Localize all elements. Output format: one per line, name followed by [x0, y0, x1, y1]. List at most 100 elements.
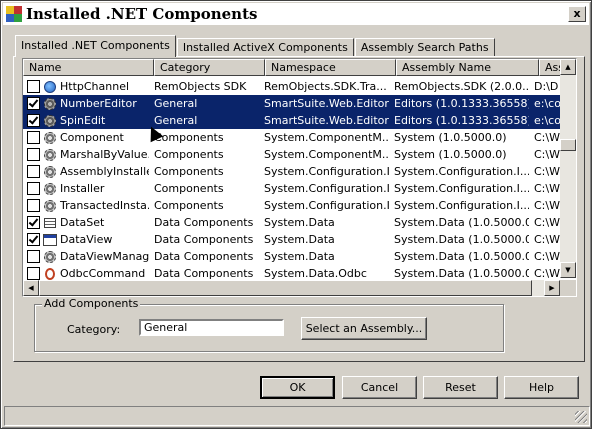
name-cell[interactable]: Installer — [23, 180, 149, 197]
close-button[interactable]: x — [568, 6, 586, 22]
tab-panel: Name Category Namespace Assembly Name As… — [13, 56, 585, 362]
component-checkbox[interactable] — [27, 165, 40, 178]
name-cell[interactable]: DataView — [23, 231, 149, 248]
name-cell[interactable]: NumberEditor — [23, 95, 149, 112]
component-name: NumberEditor — [60, 97, 137, 110]
list-item[interactable]: Installer Components System.Configuration.… — [23, 180, 576, 197]
column-header-name[interactable]: Name — [23, 59, 154, 76]
list-item[interactable]: MarshalByValue... Components System.Compon… — [23, 146, 576, 163]
component-category: RemObjects SDK — [154, 80, 247, 93]
tab-installed-activex-components[interactable]: Installed ActiveX Components — [176, 38, 354, 57]
grid-icon — [42, 215, 58, 231]
column-header-assembly-name[interactable]: Assembly Name — [396, 59, 539, 76]
component-category: Components — [154, 199, 224, 212]
list-item[interactable]: DataSet Data Components System.Data System.… — [23, 214, 576, 231]
gear-icon — [42, 249, 58, 265]
cancel-button[interactable]: Cancel — [342, 376, 417, 399]
component-category: Data Components — [154, 250, 254, 263]
name-cell[interactable]: AssemblyInstaller — [23, 163, 149, 180]
list-rows: HttpChannel RemObjects SDK RemObjects.SDK.… — [23, 78, 576, 282]
component-name: TransactedInsta... — [60, 199, 149, 212]
component-namespace: System.Data — [264, 216, 335, 229]
name-cell[interactable]: SpinEdit — [23, 112, 149, 129]
component-category: Data Components — [154, 233, 254, 246]
tab-strip: Installed .NET Components Installed Acti… — [15, 35, 496, 57]
name-cell[interactable]: HttpChannel — [23, 78, 149, 95]
component-namespace: System.Configuration.I... — [264, 165, 389, 178]
app-icon — [6, 6, 22, 22]
scroll-left-button[interactable]: ◀ — [23, 280, 39, 296]
component-name: DataView — [60, 233, 113, 246]
component-checkbox[interactable] — [27, 233, 40, 246]
component-assembly: System.Configuration.I... — [394, 165, 529, 178]
list-item[interactable]: Component Components System.ComponentM... S… — [23, 129, 576, 146]
vertical-scroll-thumb[interactable] — [560, 139, 576, 151]
components-list[interactable]: Name Category Namespace Assembly Name As… — [22, 58, 577, 297]
component-assembly: System.Data (1.0.5000.0) — [394, 233, 529, 246]
component-category: Components — [154, 165, 224, 178]
list-item[interactable]: DataViewManager Data Components System.Dat… — [23, 248, 576, 265]
list-item[interactable]: TransactedInsta... Components System.Confi… — [23, 197, 576, 214]
name-cell[interactable]: DataSet — [23, 214, 149, 231]
select-assembly-button[interactable]: Select an Assembly... — [301, 317, 427, 340]
component-namespace: System.Data — [264, 250, 335, 263]
component-checkbox[interactable] — [27, 131, 40, 144]
tab-assembly-search-paths[interactable]: Assembly Search Paths — [354, 38, 495, 57]
gear-icon — [42, 164, 58, 180]
name-cell[interactable]: TransactedInsta... — [23, 197, 149, 214]
list-item[interactable]: DataView Data Components System.Data System… — [23, 231, 576, 248]
status-bar — [4, 406, 590, 426]
component-checkbox[interactable] — [27, 267, 40, 280]
list-header: Name Category Namespace Assembly Name As… — [23, 59, 576, 76]
list-item[interactable]: AssemblyInstaller Components System.Config… — [23, 163, 576, 180]
list-item[interactable]: HttpChannel RemObjects SDK RemObjects.SDK.… — [23, 78, 576, 95]
component-checkbox[interactable] — [27, 182, 40, 195]
category-input[interactable] — [139, 319, 284, 336]
component-namespace: System.Data — [264, 233, 335, 246]
list-item[interactable]: SpinEdit General SmartSuite.Web.Editors Edi… — [23, 112, 576, 129]
name-cell[interactable]: MarshalByValue... — [23, 146, 149, 163]
vertical-scrollbar[interactable]: ▲ ▼ — [560, 59, 576, 278]
component-checkbox[interactable] — [27, 216, 40, 229]
scroll-down-button[interactable]: ▼ — [560, 262, 576, 278]
gear-icon — [42, 198, 58, 214]
title-bar[interactable]: Installed .NET Components x — [3, 3, 589, 25]
add-components-legend: Add Components — [42, 297, 141, 310]
horizontal-scroll-thumb[interactable] — [39, 280, 532, 296]
resize-grip-icon[interactable] — [575, 411, 587, 423]
list-item[interactable]: NumberEditor General SmartSuite.Web.Editor… — [23, 95, 576, 112]
component-assembly: System.Data (1.0.5000.0) — [394, 216, 529, 229]
gear-icon — [42, 113, 58, 129]
component-category: General — [154, 114, 198, 127]
form-icon — [42, 232, 58, 248]
component-checkbox[interactable] — [27, 80, 40, 93]
scroll-right-button[interactable]: ▶ — [544, 280, 560, 296]
component-namespace: System.ComponentM... — [264, 148, 389, 161]
add-components-group: Add Components Category: Select an Assem… — [34, 297, 504, 352]
component-assembly: RemObjects.SDK (2.0.0.... — [394, 80, 529, 93]
component-checkbox[interactable] — [27, 250, 40, 263]
component-name: SpinEdit — [60, 114, 106, 127]
component-category: General — [154, 97, 198, 110]
column-header-category[interactable]: Category — [154, 59, 265, 76]
ok-button[interactable]: OK — [260, 376, 335, 399]
name-cell[interactable]: Component — [23, 129, 149, 146]
component-name: MarshalByValue... — [60, 148, 149, 161]
component-checkbox[interactable] — [27, 199, 40, 212]
component-namespace: System.Configuration.I... — [264, 182, 389, 195]
reset-button[interactable]: Reset — [423, 376, 498, 399]
tab-installed-net-components[interactable]: Installed .NET Components — [15, 35, 176, 57]
column-header-namespace[interactable]: Namespace — [265, 59, 396, 76]
scroll-up-button[interactable]: ▲ — [560, 59, 576, 75]
dialog-window: Installed .NET Components x Installed .N… — [0, 0, 592, 429]
component-checkbox[interactable] — [27, 114, 40, 127]
horizontal-scrollbar[interactable]: ◀ ▶ — [23, 280, 560, 296]
component-name: Installer — [60, 182, 105, 195]
component-checkbox[interactable] — [27, 148, 40, 161]
help-button[interactable]: Help — [504, 376, 579, 399]
name-cell[interactable]: DataViewManager — [23, 248, 149, 265]
component-checkbox[interactable] — [27, 97, 40, 110]
component-namespace: System.ComponentM... — [264, 131, 389, 144]
component-category: Components — [154, 131, 224, 144]
component-namespace: System.Configuration.I... — [264, 199, 389, 212]
